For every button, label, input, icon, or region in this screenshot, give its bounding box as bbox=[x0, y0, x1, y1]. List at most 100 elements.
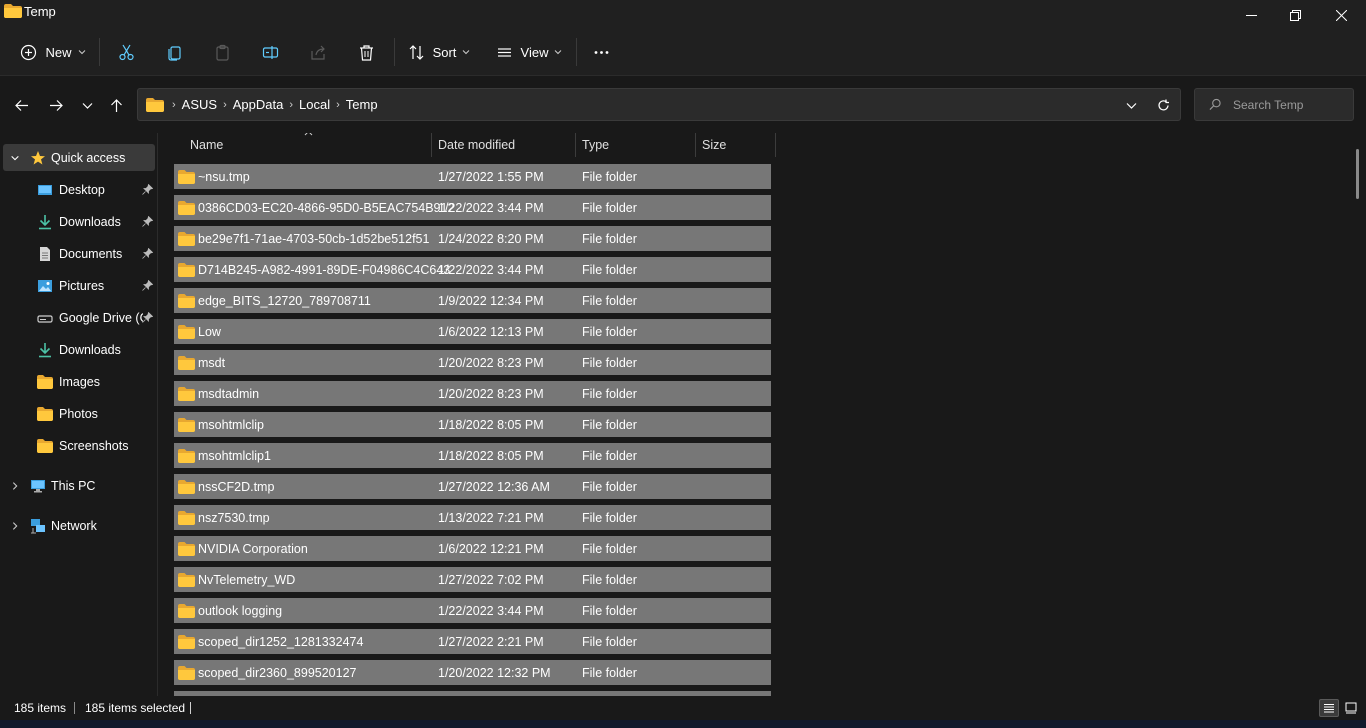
breadcrumb-chevron-icon: › bbox=[336, 98, 340, 111]
file-name: edge_BITS_12720_789708711 bbox=[198, 293, 371, 308]
breadcrumb-asus[interactable]: ASUS bbox=[182, 97, 217, 112]
sidebar-item-images[interactable]: Images bbox=[3, 368, 155, 395]
file-date: 1/27/2022 12:36 AM bbox=[438, 479, 550, 494]
sort-icon bbox=[409, 44, 424, 60]
drive-icon bbox=[37, 310, 53, 326]
details-view-button[interactable] bbox=[1319, 699, 1339, 717]
file-row[interactable]: be29e7f1-71ae-4703-50cb-1d52be512f51 1/24… bbox=[174, 226, 771, 251]
more-options-button[interactable] bbox=[588, 38, 614, 66]
column-separator[interactable] bbox=[575, 133, 576, 157]
column-separator[interactable] bbox=[695, 133, 696, 157]
file-date: 1/18/2022 8:05 PM bbox=[438, 448, 544, 463]
vertical-scrollbar[interactable] bbox=[1356, 149, 1359, 199]
sidebar-item-quick-access[interactable]: Quick access bbox=[3, 144, 155, 171]
file-row[interactable]: 0386CD03-EC20-4866-95D0-B5EAC754B912 1/22… bbox=[174, 195, 771, 220]
up-button[interactable] bbox=[104, 93, 128, 117]
refresh-button[interactable] bbox=[1148, 89, 1178, 122]
sort-button[interactable]: Sort bbox=[406, 38, 472, 66]
expand-chevron-icon[interactable] bbox=[9, 480, 21, 492]
breadcrumb-local[interactable]: Local bbox=[299, 97, 330, 112]
paste-button[interactable] bbox=[209, 38, 235, 66]
sidebar-item-documents[interactable]: Documents bbox=[3, 240, 155, 267]
sidebar-item-this-pc[interactable]: This PC bbox=[3, 472, 155, 499]
file-row[interactable]: edge_BITS_12720_789708711 1/9/2022 12:34 … bbox=[174, 288, 771, 313]
taskbar-edge bbox=[0, 720, 1366, 728]
file-row[interactable]: msdt 1/20/2022 8:23 PM File folder bbox=[174, 350, 771, 375]
file-type: File folder bbox=[582, 541, 637, 556]
column-separator[interactable] bbox=[431, 133, 432, 157]
file-row[interactable]: scoped_dir1252_1281332474 1/27/2022 2:21 … bbox=[174, 629, 771, 654]
sidebar-item-desktop[interactable]: Desktop bbox=[3, 176, 155, 203]
file-type: File folder bbox=[582, 231, 637, 246]
item-count: 185 items bbox=[14, 701, 67, 715]
folder-icon bbox=[178, 386, 195, 401]
file-type: File folder bbox=[582, 386, 637, 401]
back-button[interactable] bbox=[9, 93, 33, 117]
search-icon bbox=[1209, 98, 1221, 110]
folder-icon bbox=[178, 293, 195, 308]
column-separator[interactable] bbox=[775, 133, 776, 157]
file-type: File folder bbox=[582, 262, 637, 277]
address-history-button[interactable] bbox=[1116, 89, 1146, 122]
folder-icon bbox=[178, 355, 195, 370]
navigation-pane: Quick access Desktop Downloads Documents… bbox=[0, 133, 158, 696]
column-header-name[interactable]: Name bbox=[190, 133, 223, 157]
refresh-icon bbox=[1157, 99, 1169, 111]
column-header-size[interactable]: Size bbox=[702, 133, 726, 157]
file-date: 1/6/2022 12:21 PM bbox=[438, 541, 544, 556]
rename-button[interactable] bbox=[257, 38, 283, 66]
file-name: msohtmlclip bbox=[198, 417, 264, 432]
view-button[interactable]: View bbox=[495, 38, 563, 66]
sidebar-item-label: Photos bbox=[59, 406, 98, 421]
search-input[interactable] bbox=[1233, 97, 1353, 112]
sidebar-item-pictures[interactable]: Pictures bbox=[3, 272, 155, 299]
file-date: 1/27/2022 7:02 PM bbox=[438, 572, 544, 587]
column-header-type[interactable]: Type bbox=[582, 133, 609, 157]
new-button[interactable]: New bbox=[18, 38, 88, 66]
breadcrumb-appdata[interactable]: AppData bbox=[233, 97, 284, 112]
expand-chevron-icon[interactable] bbox=[9, 520, 21, 532]
breadcrumb-chevron-icon: › bbox=[172, 98, 176, 111]
share-icon bbox=[310, 45, 325, 60]
minimize-button[interactable] bbox=[1228, 0, 1274, 30]
folder-icon bbox=[178, 603, 195, 618]
address-bar[interactable]: › ASUS › AppData › Local › Temp bbox=[137, 88, 1181, 121]
file-row[interactable]: D714B245-A982-4991-89DE-F04986C4C643 1/22… bbox=[174, 257, 771, 282]
file-row[interactable]: msohtmlclip 1/18/2022 8:05 PM File folder bbox=[174, 412, 771, 437]
file-list: Name Date modified Type Size ~nsu.tmp 1/2… bbox=[159, 133, 1366, 696]
file-type: File folder bbox=[582, 665, 637, 680]
copy-button[interactable] bbox=[161, 38, 187, 66]
file-row[interactable]: scoped_dir2360_899520127 1/20/2022 12:32 … bbox=[174, 660, 771, 685]
sidebar-item-label: Images bbox=[59, 374, 100, 389]
sidebar-item-downloads[interactable]: Downloads bbox=[3, 208, 155, 235]
file-row[interactable]: nssCF2D.tmp 1/27/2022 12:36 AM File folder bbox=[174, 474, 771, 499]
sidebar-item-photos[interactable]: Photos bbox=[3, 400, 155, 427]
sidebar-item-network[interactable]: Network bbox=[3, 512, 155, 539]
file-row[interactable]: outlook logging 1/22/2022 3:44 PM File fol… bbox=[174, 598, 771, 623]
file-row[interactable]: ~nsu.tmp 1/27/2022 1:55 PM File folder bbox=[174, 164, 771, 189]
file-row[interactable]: msdtadmin 1/20/2022 8:23 PM File folder bbox=[174, 381, 771, 406]
file-row[interactable]: msohtmlclip1 1/18/2022 8:05 PM File folder bbox=[174, 443, 771, 468]
breadcrumb-temp[interactable]: Temp bbox=[346, 97, 378, 112]
sidebar-item-downloads-folder[interactable]: Downloads bbox=[3, 336, 155, 363]
search-box[interactable] bbox=[1194, 88, 1354, 121]
file-type: File folder bbox=[582, 510, 637, 525]
file-row[interactable]: NvTelemetry_WD 1/27/2022 7:02 PM File fold… bbox=[174, 567, 771, 592]
cut-button[interactable] bbox=[113, 38, 139, 66]
sidebar-item-google-drive[interactable]: Google Drive (G:) bbox=[3, 304, 155, 331]
restore-button[interactable] bbox=[1272, 0, 1318, 30]
file-row[interactable]: NVIDIA Corporation 1/6/2022 12:21 PM File … bbox=[174, 536, 771, 561]
large-icons-view-button[interactable] bbox=[1341, 699, 1361, 717]
folder-icon bbox=[178, 510, 195, 525]
forward-button[interactable] bbox=[44, 93, 68, 117]
recent-locations-button[interactable] bbox=[75, 93, 99, 117]
folder-icon bbox=[178, 448, 195, 463]
sidebar-item-screenshots[interactable]: Screenshots bbox=[3, 432, 155, 459]
collapse-chevron-icon[interactable] bbox=[9, 152, 21, 164]
column-header-date[interactable]: Date modified bbox=[438, 133, 515, 157]
close-button[interactable] bbox=[1318, 0, 1364, 30]
file-row[interactable]: Low 1/6/2022 12:13 PM File folder bbox=[174, 319, 771, 344]
file-row[interactable]: nsz7530.tmp 1/13/2022 7:21 PM File folder bbox=[174, 505, 771, 530]
share-button[interactable] bbox=[305, 38, 331, 66]
delete-button[interactable] bbox=[353, 38, 379, 66]
